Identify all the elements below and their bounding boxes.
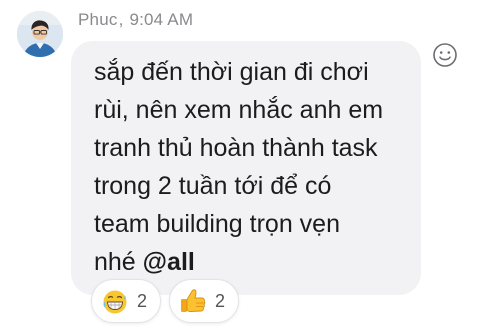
message-line: trong 2 tuần tới để có (94, 172, 332, 200)
sender-name[interactable]: Phuc (78, 10, 118, 29)
mention-all[interactable]: @all (143, 248, 195, 276)
message-line-text: nhé (94, 248, 143, 276)
reaction-thumbs-up[interactable]: 2 (169, 279, 239, 323)
thumbs-up-icon (181, 289, 206, 312)
message-line: team building trọn vẹn (94, 210, 340, 238)
grinning-sweat-face-icon (103, 290, 127, 314)
message-line: sắp đến thời gian đi chơi (94, 58, 369, 86)
message-line-last: nhé @all (94, 243, 424, 281)
message-text: sắp đến thời gian đi chơi rùi, nên xem n… (94, 53, 424, 281)
meta-separator: , (118, 10, 124, 29)
message-line: rùi, nên xem nhắc anh em (94, 96, 384, 124)
reaction-grinning-sweat[interactable]: 2 (91, 279, 161, 323)
smiley-icon (433, 43, 457, 67)
message-time: 9:04 AM (129, 10, 194, 29)
avatar-photo (17, 11, 63, 57)
message-meta: Phuc, 9:04 AM (78, 10, 193, 30)
chat-screen: Phuc, 9:04 AM sắp đến thời gian đi chơi … (0, 0, 500, 331)
reaction-count: 2 (215, 290, 226, 311)
add-reaction-button[interactable] (432, 42, 458, 68)
message-line: tranh thủ hoàn thành task (94, 134, 378, 162)
avatar[interactable] (17, 11, 63, 57)
reaction-count: 2 (137, 290, 148, 311)
